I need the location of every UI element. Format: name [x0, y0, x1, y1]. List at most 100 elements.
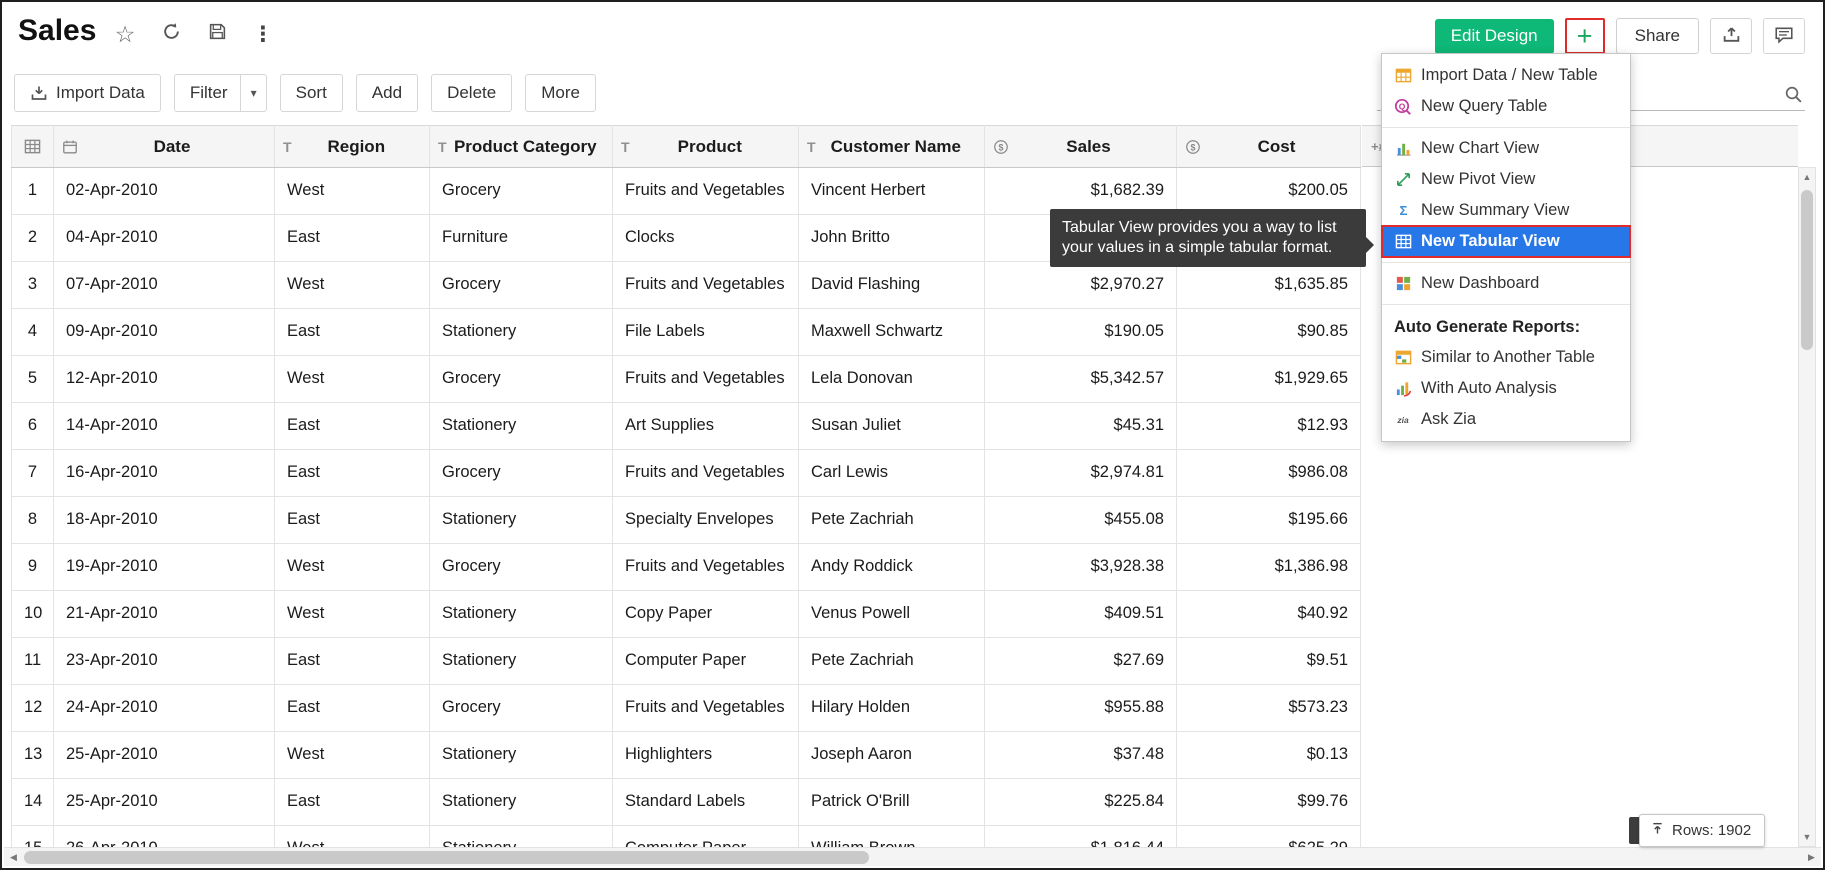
cell-region[interactable]: East: [275, 215, 430, 262]
column-header-cost[interactable]: $Cost: [1177, 126, 1361, 168]
cell-region[interactable]: East: [275, 638, 430, 685]
cell-date[interactable]: 21-Apr-2010: [54, 591, 275, 638]
row-number-cell[interactable]: 5: [12, 356, 54, 403]
cell-date[interactable]: 09-Apr-2010: [54, 309, 275, 356]
cell-sales[interactable]: $45.31: [985, 403, 1177, 450]
cell-cost[interactable]: $986.08: [1177, 450, 1361, 497]
cell-customer-name[interactable]: Lela Donovan: [799, 356, 985, 403]
cell-product-category[interactable]: Stationery: [430, 403, 613, 450]
cell-region[interactable]: East: [275, 685, 430, 732]
menu-item-import-data-new-table[interactable]: Import Data / New Table: [1382, 60, 1630, 91]
cell-sales[interactable]: $225.84: [985, 779, 1177, 826]
column-header-product-category[interactable]: TProduct Category: [430, 126, 613, 168]
cell-product[interactable]: Fruits and Vegetables: [613, 544, 799, 591]
export-button[interactable]: [1710, 18, 1752, 54]
more-options-button[interactable]: ⋮: [252, 22, 274, 46]
cell-cost[interactable]: $99.76: [1177, 779, 1361, 826]
cell-customer-name[interactable]: Maxwell Schwartz: [799, 309, 985, 356]
column-header-product[interactable]: TProduct: [613, 126, 799, 168]
row-number-cell[interactable]: 9: [12, 544, 54, 591]
cell-product-category[interactable]: Grocery: [430, 168, 613, 215]
cell-product[interactable]: Art Supplies: [613, 403, 799, 450]
cell-product[interactable]: Computer Paper: [613, 826, 799, 850]
cell-date[interactable]: 02-Apr-2010: [54, 168, 275, 215]
cell-region[interactable]: West: [275, 826, 430, 850]
cell-date[interactable]: 19-Apr-2010: [54, 544, 275, 591]
menu-item-new-summary-view[interactable]: ΣNew Summary View: [1382, 195, 1630, 226]
menu-item-new-query-table[interactable]: QNew Query Table: [1382, 91, 1630, 122]
menu-item-new-chart-view[interactable]: New Chart View: [1382, 133, 1630, 164]
cell-product[interactable]: Fruits and Vegetables: [613, 685, 799, 732]
cell-cost[interactable]: $90.85: [1177, 309, 1361, 356]
menu-item-ask-zia[interactable]: ziaAsk Zia: [1382, 404, 1630, 435]
cell-cost[interactable]: $573.23: [1177, 685, 1361, 732]
cell-product[interactable]: Copy Paper: [613, 591, 799, 638]
cell-product-category[interactable]: Grocery: [430, 262, 613, 309]
cell-customer-name[interactable]: Joseph Aaron: [799, 732, 985, 779]
cell-cost[interactable]: $9.51: [1177, 638, 1361, 685]
menu-item-new-pivot-view[interactable]: New Pivot View: [1382, 164, 1630, 195]
column-header-date[interactable]: Date: [54, 126, 275, 168]
cell-product-category[interactable]: Stationery: [430, 591, 613, 638]
cell-cost[interactable]: $625.29: [1177, 826, 1361, 850]
cell-product[interactable]: Fruits and Vegetables: [613, 262, 799, 309]
cell-cost[interactable]: $1,386.98: [1177, 544, 1361, 591]
cell-date[interactable]: 14-Apr-2010: [54, 403, 275, 450]
column-header-sales[interactable]: $Sales: [985, 126, 1177, 168]
cell-customer-name[interactable]: Carl Lewis: [799, 450, 985, 497]
cell-product-category[interactable]: Stationery: [430, 497, 613, 544]
cell-sales[interactable]: $1,816.44: [985, 826, 1177, 850]
cell-product-category[interactable]: Grocery: [430, 356, 613, 403]
cell-product[interactable]: File Labels: [613, 309, 799, 356]
cell-customer-name[interactable]: Hilary Holden: [799, 685, 985, 732]
cell-cost[interactable]: $40.92: [1177, 591, 1361, 638]
toolbar-button-more[interactable]: More: [525, 74, 596, 112]
save-button[interactable]: [206, 22, 228, 46]
cell-customer-name[interactable]: Pete Zachriah: [799, 497, 985, 544]
share-button[interactable]: Share: [1616, 18, 1699, 54]
cell-date[interactable]: 16-Apr-2010: [54, 450, 275, 497]
scroll-right-arrow[interactable]: ▶: [1803, 848, 1820, 866]
cell-region[interactable]: East: [275, 403, 430, 450]
cell-customer-name[interactable]: Venus Powell: [799, 591, 985, 638]
cell-sales[interactable]: $37.48: [985, 732, 1177, 779]
menu-item-new-tabular-view[interactable]: New Tabular View: [1382, 226, 1630, 257]
row-number-cell[interactable]: 1: [12, 168, 54, 215]
scroll-left-arrow[interactable]: ◀: [5, 848, 22, 866]
cell-customer-name[interactable]: Andy Roddick: [799, 544, 985, 591]
cell-date[interactable]: 25-Apr-2010: [54, 732, 275, 779]
row-number-cell[interactable]: 13: [12, 732, 54, 779]
row-number-cell[interactable]: 6: [12, 403, 54, 450]
cell-region[interactable]: East: [275, 497, 430, 544]
toolbar-button-sort[interactable]: Sort: [280, 74, 343, 112]
cell-product[interactable]: Clocks: [613, 215, 799, 262]
cell-product[interactable]: Highlighters: [613, 732, 799, 779]
cell-date[interactable]: 04-Apr-2010: [54, 215, 275, 262]
cell-region[interactable]: East: [275, 779, 430, 826]
cell-customer-name[interactable]: Patrick O'Brill: [799, 779, 985, 826]
cell-region[interactable]: West: [275, 168, 430, 215]
toolbar-button-filter[interactable]: Filter▾: [174, 74, 267, 112]
cell-customer-name[interactable]: William Brown: [799, 826, 985, 850]
filter-dropdown-arrow[interactable]: ▾: [240, 75, 257, 111]
menu-item-with-auto-analysis[interactable]: With Auto Analysis: [1382, 373, 1630, 404]
favorite-star-button[interactable]: ☆: [114, 22, 136, 46]
edit-design-button[interactable]: Edit Design: [1435, 19, 1554, 54]
cell-product-category[interactable]: Grocery: [430, 450, 613, 497]
comments-button[interactable]: [1763, 18, 1805, 54]
row-number-column-header[interactable]: [12, 126, 54, 168]
horizontal-scrollbar[interactable]: ◀ ▶: [4, 847, 1821, 866]
cell-product[interactable]: Specialty Envelopes: [613, 497, 799, 544]
cell-region[interactable]: East: [275, 309, 430, 356]
cell-product[interactable]: Fruits and Vegetables: [613, 356, 799, 403]
cell-product[interactable]: Fruits and Vegetables: [613, 450, 799, 497]
cell-product-category[interactable]: Grocery: [430, 685, 613, 732]
cell-product-category[interactable]: Stationery: [430, 826, 613, 850]
cell-customer-name[interactable]: Susan Juliet: [799, 403, 985, 450]
cell-region[interactable]: West: [275, 262, 430, 309]
row-number-cell[interactable]: 3: [12, 262, 54, 309]
cell-date[interactable]: 23-Apr-2010: [54, 638, 275, 685]
cell-date[interactable]: 07-Apr-2010: [54, 262, 275, 309]
add-view-button[interactable]: +: [1565, 18, 1605, 54]
rows-count-badge[interactable]: Rows: 1902: [1639, 814, 1765, 847]
